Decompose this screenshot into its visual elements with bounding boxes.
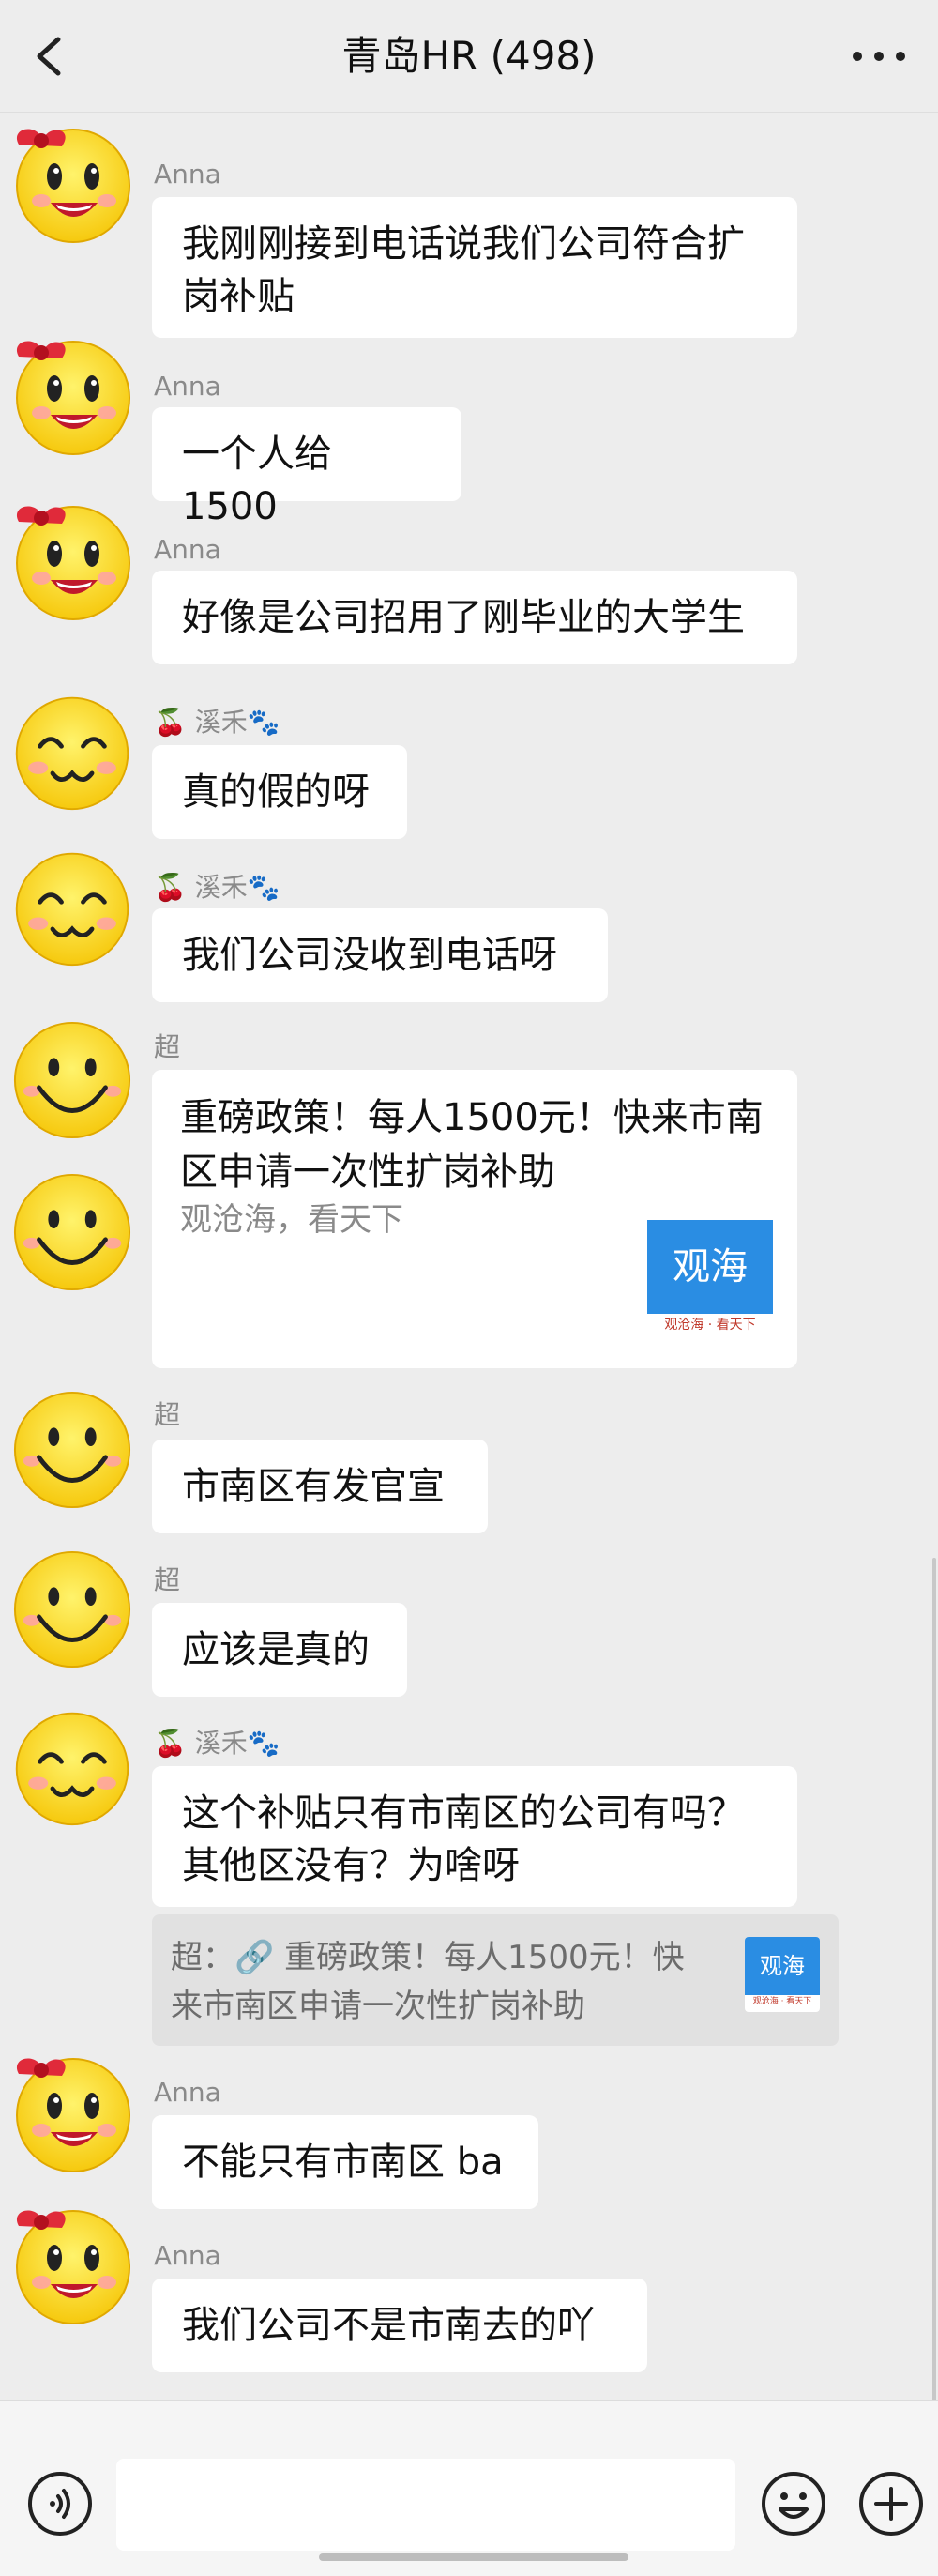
logo-tagline: 观沧海 · 看天下 (752, 1997, 812, 2006)
sender-name: 🍒 溪禾🐾 (154, 872, 280, 903)
avatar-chao[interactable] (11, 1019, 133, 1141)
avatar-anna[interactable] (9, 2200, 137, 2327)
link-card[interactable]: 重磅政策！每人1500元！快来市南区申请一次性扩岗补助 观沧海，看天下 观海 观… (152, 1070, 797, 1368)
sender-name: Anna (154, 371, 221, 402)
chat-title: 青岛HR (498) (341, 33, 597, 79)
avatar-xihe[interactable] (11, 846, 133, 968)
message-bubble[interactable]: 我们公司不是市南去的吖 (152, 2279, 647, 2372)
message-bubble[interactable]: 好像是公司招用了刚毕业的大学生 (152, 571, 797, 664)
sender-name: Anna (154, 2240, 221, 2271)
sender-name: 超 (154, 1031, 181, 1062)
home-indicator (319, 2553, 628, 2561)
avatar-xihe[interactable] (11, 691, 133, 813)
sender-name: Anna (154, 159, 221, 190)
avatar-xihe[interactable] (11, 1706, 133, 1828)
sender-name: 超 (154, 1399, 181, 1430)
quote-text: 超：🔗 重磅政策！每人1500元！快来市南区申请一次性扩岗补助 (171, 1939, 685, 2025)
plus-icon[interactable] (857, 2470, 925, 2538)
message-bubble[interactable]: 不能只有市南区 ba (152, 2115, 538, 2209)
guanhai-logo: 观海 观沧海 · 看天下 (647, 1220, 773, 1336)
avatar-anna[interactable] (9, 495, 137, 623)
message-bubble[interactable]: 应该是真的 (152, 1603, 407, 1697)
avatar-chao[interactable] (11, 1548, 133, 1670)
sender-name: 🍒 溪禾🐾 (154, 1728, 280, 1759)
avatar-chao[interactable] (11, 1171, 133, 1293)
input-bar (0, 2400, 938, 2576)
voice-icon[interactable] (26, 2470, 94, 2538)
scrollbar[interactable] (932, 1558, 936, 2402)
logo-text: 观海 (647, 1220, 773, 1314)
sender-name: 🍒 溪禾🐾 (154, 707, 280, 738)
logo-text: 观海 (745, 1937, 820, 1995)
logo-tagline: 观沧海 · 看天下 (664, 1318, 756, 1333)
sender-name: Anna (154, 2077, 221, 2108)
message-bubble[interactable]: 市南区有发官宣 (152, 1440, 488, 1533)
guanhai-thumbnail: 观海 观沧海 · 看天下 (745, 1937, 820, 2012)
message-input[interactable] (116, 2459, 735, 2551)
message-bubble[interactable]: 一个人给 1500 (152, 407, 461, 528)
message-bubble[interactable]: 我刚刚接到电话说我们公司符合扩 岗补贴 (152, 197, 797, 338)
sender-name: 超 (154, 1564, 181, 1595)
sender-name: Anna (154, 534, 221, 565)
emoji-icon[interactable] (760, 2470, 827, 2538)
avatar-anna[interactable] (9, 118, 137, 246)
avatar-anna[interactable] (9, 2048, 137, 2175)
message-bubble[interactable]: 真的假的呀 (152, 745, 407, 839)
message-bubble[interactable]: 我们公司没收到电话呀 (152, 908, 608, 1002)
message-bubble[interactable]: 这个补贴只有市南区的公司有吗？ 其他区没有？为啥呀 (152, 1766, 797, 1907)
avatar-anna[interactable] (9, 330, 137, 458)
more-dots-icon[interactable] (846, 38, 912, 75)
card-source: 观沧海，看天下 (180, 1201, 403, 1239)
avatar-chao[interactable] (11, 1389, 133, 1511)
quoted-message[interactable]: 超：🔗 重磅政策！每人1500元！快来市南区申请一次性扩岗补助 观海 观沧海 ·… (152, 1914, 839, 2046)
chat-header: 青岛HR (498) (0, 0, 938, 113)
card-title: 重磅政策！每人1500元！快来市南区申请一次性扩岗补助 (180, 1096, 764, 1194)
